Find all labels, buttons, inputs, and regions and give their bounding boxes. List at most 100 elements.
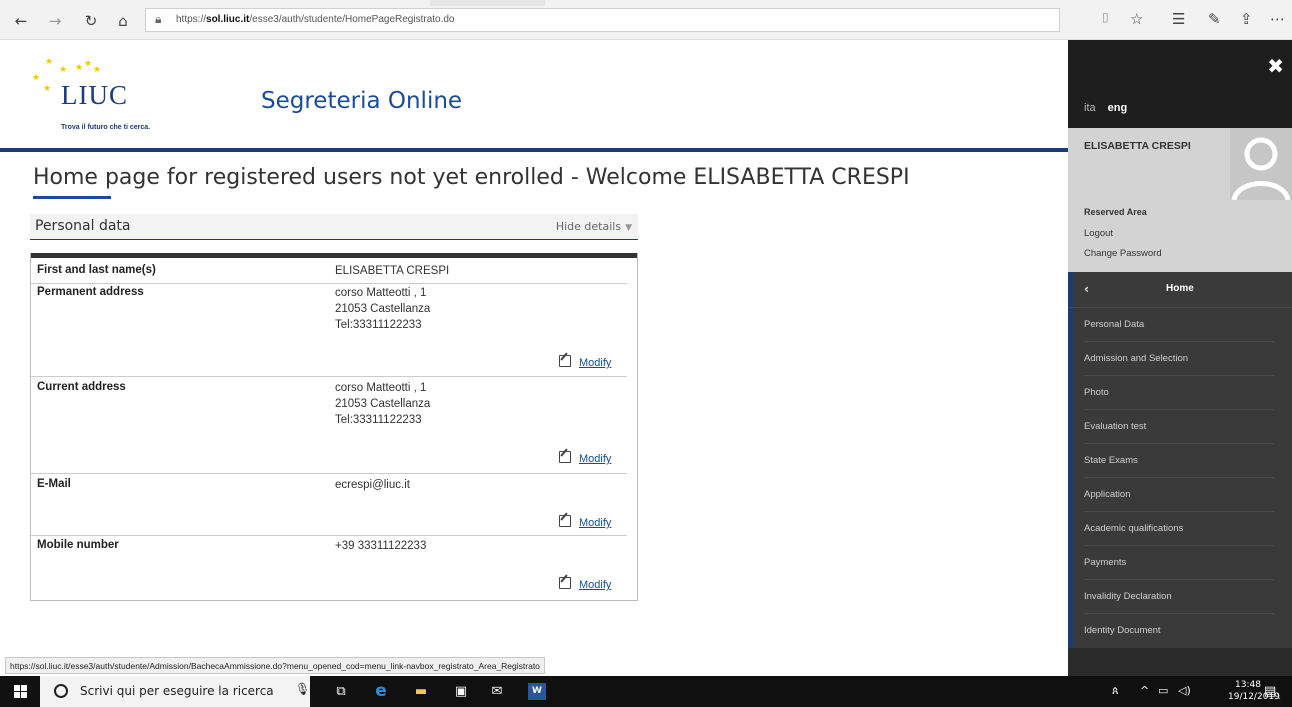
cortana-icon: [54, 684, 68, 698]
sidebar-item-state-exams[interactable]: State Exams: [1084, 444, 1274, 478]
more-icon[interactable]: ⋯: [1270, 10, 1285, 28]
chevron-left-icon[interactable]: ‹: [1084, 282, 1089, 296]
personal-data-table: First and last name(s) ELISABETTA CRESPI…: [30, 253, 638, 601]
row-divider: [31, 376, 627, 377]
arrow-left-icon[interactable]: ←: [10, 12, 32, 30]
favorites-list-icon[interactable]: ☰: [1172, 10, 1185, 28]
sidebar-accent-edge: [1068, 272, 1073, 648]
microphone-icon[interactable]: 🎙︎: [295, 682, 310, 696]
share-icon[interactable]: ⇪: [1240, 10, 1253, 28]
modify-current-address-link[interactable]: Modify: [559, 450, 611, 465]
sidebar-item-evaluation-test[interactable]: Evaluation test: [1084, 410, 1274, 444]
system-clock[interactable]: 13:48 19/12/2019: [1228, 679, 1280, 703]
table-row: Current address corso Matteotti , 1 2105…: [31, 380, 629, 476]
table-top-border: [31, 253, 637, 258]
sidebar-home[interactable]: ‹ Home: [1068, 272, 1292, 308]
row-divider: [31, 473, 627, 474]
status-bar-link-preview: https://sol.liuc.it/esse3/auth/studente/…: [5, 657, 545, 674]
header-divider: [0, 148, 1068, 152]
home-icon[interactable]: ⌂: [112, 12, 134, 30]
reserved-area-heading: Reserved Area: [1084, 207, 1147, 217]
favorite-star-icon[interactable]: ☆: [1130, 10, 1143, 28]
file-explorer-icon[interactable]: ▬: [412, 683, 430, 700]
row-label: First and last name(s): [37, 264, 156, 276]
title-underline: [33, 196, 111, 199]
user-panel: ELISABETTA CRESPI Reserved Area Logout C…: [1068, 128, 1292, 272]
logo-tagline: Trova il futuro che ti cerca.: [61, 124, 151, 131]
mail-icon[interactable]: ✉: [488, 683, 506, 700]
chevron-up-icon[interactable]: ^: [1140, 684, 1149, 697]
page-title: Home page for registered users not yet e…: [33, 165, 910, 190]
task-view-icon[interactable]: ⧉: [332, 683, 350, 700]
sidebar-item-admission[interactable]: Admission and Selection: [1084, 342, 1274, 376]
notification-count: 1: [1276, 692, 1281, 701]
change-password-link[interactable]: Change Password: [1084, 248, 1162, 259]
edit-icon: [559, 355, 571, 367]
user-name: ELISABETTA CRESPI: [1084, 140, 1191, 152]
row-value: corso Matteotti , 1: [335, 382, 427, 394]
logo-text: LIUC: [61, 80, 128, 110]
clock-time: 13:48: [1235, 680, 1261, 690]
row-value: 21053 Castellanza: [335, 398, 431, 410]
panel-title: Personal data: [35, 218, 131, 234]
table-row: Mobile number +39 33311122233 Modify: [31, 537, 629, 597]
modify-email-link[interactable]: Modify: [559, 514, 611, 529]
table-row: Permanent address corso Matteotti , 1 21…: [31, 284, 629, 380]
address-url: https://sol.liuc.it/esse3/auth/studente/…: [176, 14, 455, 25]
caret-down-icon: ▼: [625, 223, 632, 233]
edit-icon: [559, 515, 571, 527]
sidebar-item-photo[interactable]: Photo: [1084, 376, 1274, 410]
refresh-icon[interactable]: ↻: [80, 12, 102, 30]
site-title: Segreteria Online: [261, 88, 463, 114]
language-switcher: ita eng: [1084, 102, 1127, 114]
sidebar-menu: ✖ ita eng ELISABETTA CRESPI Reserved Area…: [1068, 40, 1292, 676]
sidebar-footer: [1068, 648, 1292, 676]
personal-data-panel-header: Personal data Hide details ▼: [30, 214, 638, 240]
hide-details-toggle[interactable]: Hide details ▼: [556, 220, 632, 233]
notification-icon[interactable]: ▤1: [1264, 684, 1281, 701]
sidebar-item-personal-data[interactable]: Personal Data: [1084, 308, 1274, 342]
tab-strip-indicator: [430, 0, 545, 6]
row-value: ELISABETTA CRESPI: [335, 265, 450, 277]
arrow-right-icon[interactable]: →: [44, 12, 66, 30]
row-value: +39 33311122233: [335, 540, 427, 552]
modify-mobile-link[interactable]: Modify: [559, 576, 611, 591]
close-icon[interactable]: ✖: [1267, 54, 1284, 78]
row-divider: [31, 535, 627, 536]
search-placeholder: Scrivi qui per eseguire la ricerca: [80, 684, 274, 698]
lang-eng-link[interactable]: eng: [1108, 102, 1128, 114]
avatar: [1230, 128, 1292, 200]
sidebar-item-identity-document[interactable]: Identity Document: [1084, 614, 1274, 648]
logout-link[interactable]: Logout: [1084, 228, 1113, 239]
taskbar-search[interactable]: Scrivi qui per eseguire la ricerca 🎙︎: [40, 676, 310, 707]
row-label: Current address: [37, 381, 126, 393]
windows-taskbar: Scrivi qui per eseguire la ricerca 🎙︎ ⧉ …: [0, 676, 1292, 707]
sidebar-item-payments[interactable]: Payments: [1084, 546, 1274, 580]
row-value: ecrespi@liuc.it: [335, 479, 410, 491]
home-label: Home: [1166, 283, 1194, 294]
address-bar[interactable]: 🔒︎ https://sol.liuc.it/esse3/auth/studen…: [145, 8, 1060, 32]
row-label: Permanent address: [37, 286, 144, 298]
row-value: 21053 Castellanza: [335, 303, 431, 315]
modify-permanent-address-link[interactable]: Modify: [559, 354, 611, 369]
liuc-logo[interactable]: ★ ★ ★ ★ ★ ★ ★ LIUC Trova il futuro che t…: [28, 58, 188, 138]
pen-icon[interactable]: ✎: [1208, 10, 1221, 28]
volume-icon[interactable]: ◁): [1178, 684, 1191, 697]
lang-ita-link[interactable]: ita: [1084, 102, 1096, 114]
store-icon[interactable]: ▣: [452, 683, 470, 700]
sidebar-item-application[interactable]: Application: [1084, 478, 1274, 512]
edge-browser-icon[interactable]: e: [372, 683, 390, 700]
sidebar-header: ✖ ita eng: [1068, 40, 1292, 128]
row-value: Tel:33311122233: [335, 319, 422, 331]
table-row: First and last name(s) ELISABETTA CRESPI: [31, 262, 629, 284]
sidebar-item-invalidity-declaration[interactable]: Invalidity Declaration: [1084, 580, 1274, 614]
network-icon[interactable]: ▭: [1158, 684, 1168, 697]
row-value: Tel:33311122233: [335, 414, 422, 426]
reading-view-icon[interactable]: ▯: [1102, 10, 1109, 24]
word-icon[interactable]: W: [528, 683, 546, 700]
lock-icon: 🔒︎: [155, 12, 162, 26]
people-icon[interactable]: ጰ: [1112, 684, 1119, 698]
sidebar-item-academic-qualifications[interactable]: Academic qualifications: [1084, 512, 1274, 546]
clock-date: 19/12/2019: [1228, 692, 1280, 702]
windows-start-icon[interactable]: [14, 685, 27, 698]
